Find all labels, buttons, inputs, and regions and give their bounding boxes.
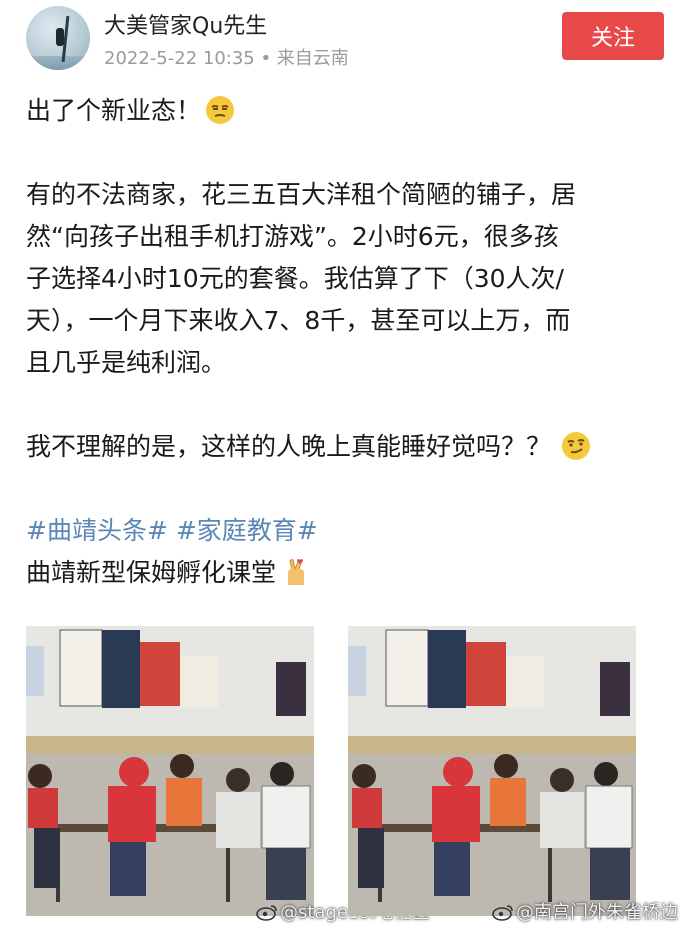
post-meta: 2022-5-22 10:35 • 来自云南 (104, 48, 349, 69)
post-line: 出了个新业态！ (26, 90, 666, 132)
hashtag-line: #曲靖头条# #家庭教育# (26, 510, 666, 552)
hashtag-qujing[interactable]: #曲靖头条# (26, 516, 168, 545)
finger-heart-emoji-icon (288, 559, 305, 585)
follow-button[interactable]: 关注 (562, 12, 664, 60)
username[interactable]: 大美管家Qu先生 (104, 8, 267, 40)
hashtag-family-education[interactable]: #家庭教育# (176, 516, 318, 545)
post-line: 且几乎是纯利润。 (26, 348, 227, 377)
post-line: 然“向孩子出租手机打游戏”。2小时6元，很多孩 (26, 222, 559, 251)
post-line: 曲靖新型保姆孵化课堂 (26, 552, 666, 594)
watermark-right: @南宫门外朱雀桥边 (492, 898, 678, 924)
post-photo-left[interactable] (26, 626, 314, 916)
smirk-face-emoji-icon (562, 432, 591, 460)
post-line: 子选择4小时10元的套餐。我估算了下（30人次/ (26, 264, 564, 293)
post-text: 出了个新业态！ 有的不法商家，花三五百大洋租个简陋的铺子，居 然“向孩子出租手机… (26, 90, 666, 594)
post-photo-right[interactable] (348, 626, 636, 916)
photo-scene (26, 626, 314, 916)
photo-scene (348, 626, 636, 916)
weibo-post: 大美管家Qu先生 2022-5-22 10:35 • 来自云南 关注 出了个新业… (0, 0, 690, 930)
smirk-emoji-icon (206, 96, 235, 124)
weibo-logo-icon (492, 905, 513, 921)
weibo-logo-icon (256, 905, 277, 921)
avatar[interactable] (26, 6, 90, 70)
post-line: 我不理解的是，这样的人晚上真能睡好觉吗？？ (26, 426, 666, 468)
post-line: 天），一个月下来收入7、8千，甚至可以上万，而 (26, 306, 571, 335)
post-line: 有的不法商家，花三五百大洋租个简陋的铺子，居 (26, 180, 577, 209)
